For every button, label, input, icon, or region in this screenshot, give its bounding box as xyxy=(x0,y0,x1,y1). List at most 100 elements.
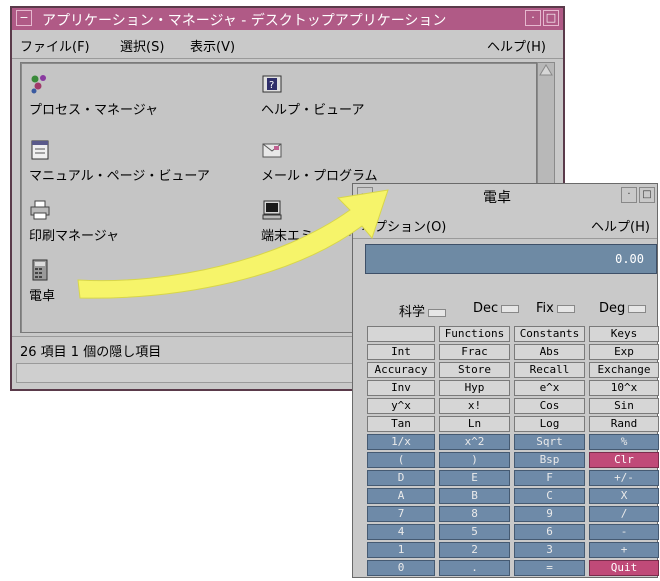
calc-key[interactable]: Hyp xyxy=(439,380,510,396)
calc-key[interactable]: Keys xyxy=(589,326,659,342)
calc-key[interactable]: Exchange xyxy=(589,362,659,378)
calc-key[interactable]: Frac xyxy=(439,344,510,360)
calc-key[interactable]: +/- xyxy=(589,470,659,486)
maximize-icon[interactable]: □ xyxy=(543,10,559,26)
calc-key[interactable]: 10^x xyxy=(589,380,659,396)
calculator-titlebar[interactable]: − 電卓 · □ xyxy=(353,184,657,209)
svg-text:?: ? xyxy=(269,80,274,91)
app-menubar: ファイル(F) 選択(S) 表示(V) ヘルプ(H) xyxy=(12,30,563,59)
calc-key[interactable]: x! xyxy=(439,398,510,414)
menu-options[interactable]: オプション(O) xyxy=(361,216,446,235)
minimize-icon[interactable]: · xyxy=(525,10,541,26)
calc-key[interactable]: C xyxy=(514,488,585,504)
calculator-title: 電卓 xyxy=(483,190,511,206)
calc-key[interactable]: 2 xyxy=(439,542,510,558)
help-viewer-icon: ? xyxy=(262,75,282,93)
app-manager-titlebar[interactable]: − アプリケーション・マネージャ - デスクトップアプリケーション · □ xyxy=(12,8,563,31)
calc-key[interactable]: Log xyxy=(514,416,585,432)
calc-key[interactable]: y^x xyxy=(367,398,435,414)
calc-key[interactable]: Tan xyxy=(367,416,435,432)
scroll-up-icon[interactable] xyxy=(538,63,554,77)
calc-key[interactable]: B xyxy=(439,488,510,504)
calc-key[interactable]: F xyxy=(514,470,585,486)
icon-label: マニュアル・ページ・ビューア xyxy=(29,169,210,184)
minimize-icon[interactable]: · xyxy=(621,187,637,203)
process-manager-icon xyxy=(31,75,46,94)
dropdown-icon xyxy=(556,304,575,313)
window-menu-icon[interactable]: − xyxy=(357,187,373,203)
icon-label: 端末エミュレータ xyxy=(261,229,365,244)
dropdown-icon xyxy=(428,308,447,317)
calc-key[interactable]: x^2 xyxy=(439,434,510,450)
calc-key[interactable]: . xyxy=(439,560,510,576)
maximize-icon[interactable]: □ xyxy=(639,187,655,203)
calc-key[interactable]: 1 xyxy=(367,542,435,558)
calc-key[interactable]: 7 xyxy=(367,506,435,522)
calc-key[interactable]: + xyxy=(589,542,659,558)
calc-key[interactable]: Quit xyxy=(589,560,659,576)
window-menu-icon[interactable]: − xyxy=(16,10,32,26)
calc-key[interactable]: 3 xyxy=(514,542,585,558)
calc-key[interactable]: Rand xyxy=(589,416,659,432)
calc-key[interactable]: 6 xyxy=(514,524,585,540)
notation-selector[interactable]: Fix xyxy=(536,301,575,321)
calc-key[interactable]: 4 xyxy=(367,524,435,540)
calc-key[interactable]: Clr xyxy=(589,452,659,468)
dropdown-icon xyxy=(501,304,520,313)
icon-label: プロセス・マネージャ xyxy=(29,103,159,118)
calc-key[interactable]: ( xyxy=(367,452,435,468)
calc-key[interactable]: ) xyxy=(439,452,510,468)
calc-key[interactable]: - xyxy=(589,524,659,540)
menu-view[interactable]: 表示(V) xyxy=(190,36,235,55)
base-selector[interactable]: Dec xyxy=(473,301,520,321)
terminal-icon xyxy=(262,200,282,220)
icon-label: 電卓 xyxy=(29,289,56,304)
calc-key[interactable]: 9 xyxy=(514,506,585,522)
calc-key[interactable]: Accuracy xyxy=(367,362,435,378)
calc-key[interactable]: Recall xyxy=(514,362,585,378)
icon-label: ヘルプ・ビューア xyxy=(261,103,365,118)
mode-selector[interactable]: 科学 xyxy=(399,301,447,321)
calc-key[interactable]: 1/x xyxy=(367,434,435,450)
calc-key[interactable]: 8 xyxy=(439,506,510,522)
calc-key[interactable]: Constants xyxy=(514,326,585,342)
menu-help[interactable]: ヘルプ(H) xyxy=(591,216,650,235)
window-title: アプリケーション・マネージャ - デスクトップアプリケーション xyxy=(42,13,447,29)
calc-key[interactable]: Sin xyxy=(589,398,659,414)
status-text: 26 項目 1 個の隠し項目 xyxy=(20,345,162,360)
calc-key[interactable]: A xyxy=(367,488,435,504)
calc-key[interactable]: Bsp xyxy=(514,452,585,468)
calc-key[interactable]: = xyxy=(514,560,585,576)
calc-key[interactable]: Cos xyxy=(514,398,585,414)
calc-key[interactable] xyxy=(367,326,435,342)
menu-help[interactable]: ヘルプ(H) xyxy=(487,36,546,55)
calc-key[interactable]: Int xyxy=(367,344,435,360)
display-value: 0.00 xyxy=(615,252,644,266)
calc-key[interactable]: D xyxy=(367,470,435,486)
calc-key[interactable]: / xyxy=(589,506,659,522)
calc-key[interactable]: e^x xyxy=(514,380,585,396)
calc-key[interactable]: Ln xyxy=(439,416,510,432)
angle-selector[interactable]: Deg xyxy=(599,301,647,321)
calc-key[interactable]: Store xyxy=(439,362,510,378)
calc-key[interactable]: Sqrt xyxy=(514,434,585,450)
calc-key[interactable]: Exp xyxy=(589,344,659,360)
calc-key[interactable]: Inv xyxy=(367,380,435,396)
calc-key[interactable]: 0 xyxy=(367,560,435,576)
calculator-display: 0.00 xyxy=(365,244,657,274)
calculator-menubar: オプション(O) ヘルプ(H) xyxy=(353,208,657,239)
notation-label: Fix xyxy=(536,301,554,316)
calc-key[interactable]: % xyxy=(589,434,659,450)
calc-key[interactable]: Functions xyxy=(439,326,510,342)
calc-key[interactable]: 5 xyxy=(439,524,510,540)
menu-file[interactable]: ファイル(F) xyxy=(20,36,90,55)
menu-select[interactable]: 選択(S) xyxy=(120,36,164,55)
calc-key[interactable]: E xyxy=(439,470,510,486)
calculator-window: − 電卓 · □ オプション(O) ヘルプ(H) 0.00 科学 Dec Fix… xyxy=(352,183,659,578)
calc-key[interactable]: X xyxy=(589,488,659,504)
calc-key[interactable]: Abs xyxy=(514,344,585,360)
printer-icon xyxy=(30,200,50,220)
angle-label: Deg xyxy=(599,301,626,316)
icon-label: メール・プログラム xyxy=(261,169,378,184)
mode-label: 科学 xyxy=(399,305,426,320)
